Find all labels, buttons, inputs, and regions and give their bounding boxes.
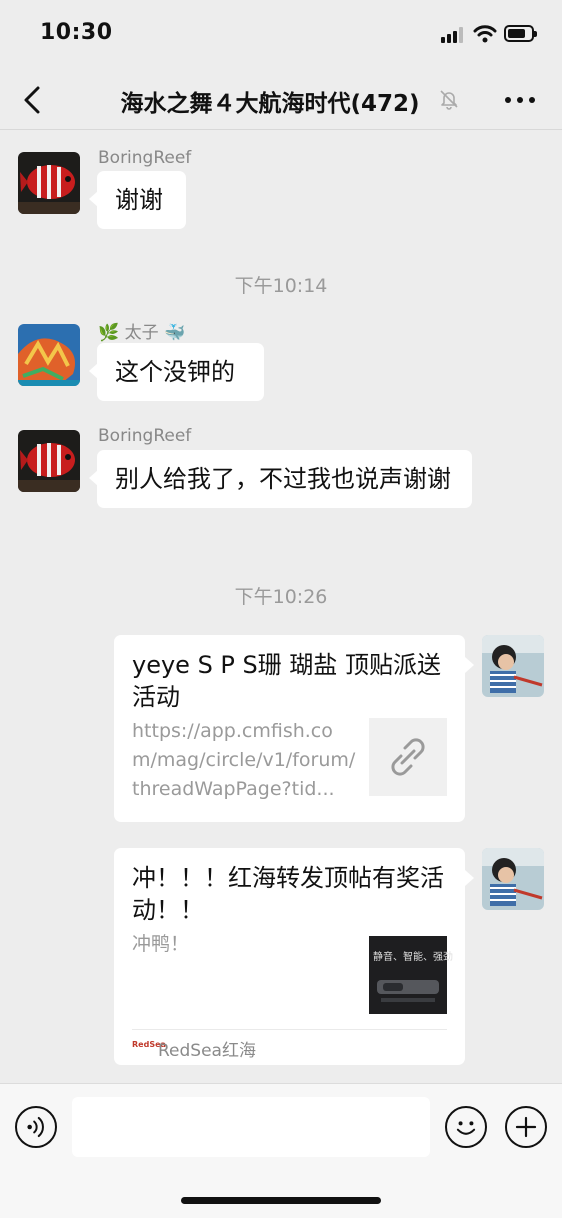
- sender-name: BoringReef: [98, 426, 192, 446]
- message-row: BoringReef 谢谢: [0, 148, 562, 238]
- signal-icon: [441, 27, 465, 43]
- wifi-icon: [473, 25, 497, 43]
- bell-slash-icon: [440, 90, 458, 110]
- link-thumbnail: [369, 718, 447, 796]
- card-title: 冲！！！红海转发顶帖有奖活动！！: [132, 864, 444, 924]
- emoji-icon[interactable]: [445, 1106, 487, 1148]
- input-bar: [0, 1083, 562, 1218]
- message-row: BoringReef 别人给我了，不过我也说声谢谢: [0, 426, 562, 551]
- card-title: yeye S P S珊 瑚盐 顶贴派送活动: [132, 651, 442, 711]
- whale-emoji: 🐳: [163, 323, 186, 343]
- plus-icon[interactable]: [505, 1106, 547, 1148]
- sender-label: 太子: [124, 323, 159, 343]
- card-description: 冲鸭！: [132, 933, 190, 955]
- avatar[interactable]: [482, 848, 544, 910]
- timestamp: 下午10:26: [234, 586, 328, 608]
- thumbnail-caption: 静音、智能、强劲: [373, 952, 453, 963]
- message-bubble[interactable]: 别人给我了，不过我也说声谢谢: [89, 450, 472, 508]
- message-input[interactable]: [72, 1097, 430, 1157]
- card-footer: RedSea RedSea红海: [132, 1029, 447, 1065]
- chat-header: 海水之舞４大航海时代(472): [0, 70, 562, 130]
- link-card[interactable]: yeye S P S珊 瑚盐 顶贴派送活动 https://app.cmfish…: [114, 635, 474, 822]
- card-thumbnail: 静音、智能、强劲: [369, 936, 453, 1014]
- message-bubble[interactable]: 这个没钾的: [89, 343, 264, 401]
- chat-title: 海水之舞４大航海时代(472): [120, 91, 420, 117]
- status-time: 10:30: [40, 20, 113, 45]
- avatar[interactable]: [482, 635, 544, 697]
- sender-name: BoringReef: [98, 148, 192, 168]
- voice-icon[interactable]: [15, 1106, 57, 1148]
- card-description: https://app.cmfish.com/mag/circle/v1/for…: [132, 720, 356, 800]
- message-row: 🌿 太子 🐳 这个没钾的: [0, 318, 562, 408]
- more-dots-icon[interactable]: [503, 88, 537, 112]
- share-card[interactable]: 冲！！！红海转发顶帖有奖活动！！ 冲鸭！ 静音、智能、强劲 RedSea Red…: [114, 848, 474, 1065]
- avatar[interactable]: [18, 324, 80, 386]
- product-image: [377, 980, 439, 1002]
- message-bubble[interactable]: 谢谢: [89, 171, 186, 229]
- leaf-emoji: 🌿: [98, 323, 120, 343]
- chevron-left-icon[interactable]: [18, 82, 50, 118]
- avatar[interactable]: [18, 152, 80, 214]
- sender-name: 🌿 太子 🐳: [98, 318, 185, 343]
- avatar[interactable]: [18, 430, 80, 492]
- status-bar: 10:30: [0, 0, 562, 70]
- card-source: RedSea红海: [158, 1041, 256, 1061]
- home-indicator[interactable]: [181, 1197, 381, 1204]
- timestamp: 下午10:14: [234, 275, 328, 297]
- battery-icon: [504, 25, 537, 42]
- link-icon: [391, 738, 425, 776]
